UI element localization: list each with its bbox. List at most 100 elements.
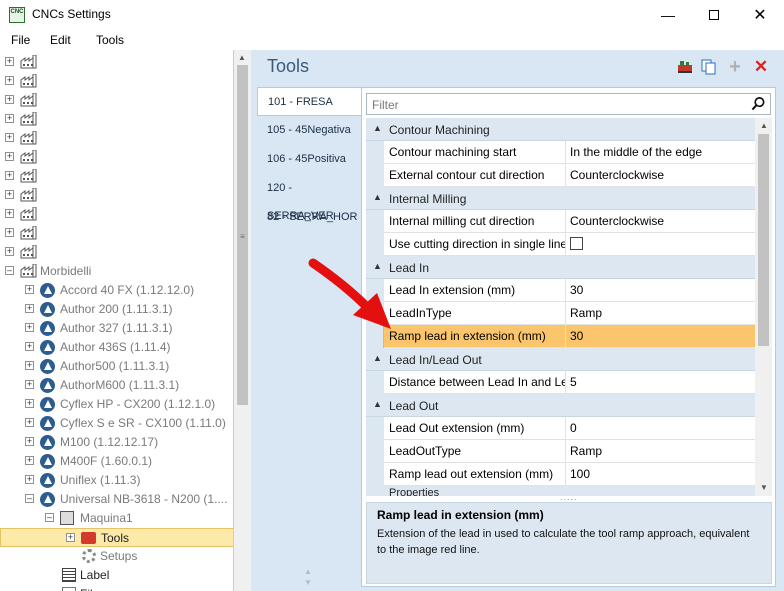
expand-icon[interactable]: + — [5, 190, 14, 199]
tree-item-machine[interactable]: + M100 (1.12.12.17) — [0, 433, 233, 452]
grid-scroll-thumb[interactable] — [758, 134, 769, 346]
collapse-icon[interactable]: – — [5, 266, 14, 275]
expand-icon[interactable]: + — [25, 323, 34, 332]
chevron-up-icon[interactable]: ▲ — [373, 353, 382, 363]
tree-item-machine[interactable]: + Cyflex HP - CX200 (1.12.1.0) — [0, 395, 233, 414]
property-value-cell[interactable]: 30 — [566, 325, 755, 348]
tree-item-factory[interactable]: + — [0, 243, 233, 262]
grid-scrollbar[interactable]: ▲ ▼ — [755, 118, 772, 496]
property-value-cell[interactable]: Ramp — [566, 440, 755, 463]
tree-item-machine[interactable]: – Universal NB-3618 - N200 (1.... — [0, 490, 233, 509]
property-category[interactable]: ▲ Lead In — [366, 256, 755, 279]
tree-item-setups[interactable]: Setups — [0, 547, 233, 566]
tree-item-machine[interactable]: + Cyflex S e SR - CX100 (1.11.0) — [0, 414, 233, 433]
tree-item-tools[interactable]: + Tools — [0, 528, 233, 547]
collapse-icon[interactable]: – — [25, 494, 34, 503]
menu-file[interactable]: File — [11, 33, 30, 47]
tree-item-machine[interactable]: + Accord 40 FX (1.12.12.0) — [0, 281, 233, 300]
property-value-cell[interactable]: 0 — [566, 417, 755, 440]
property-row[interactable]: LeadInType Ramp — [366, 302, 755, 325]
property-row[interactable]: Contour machining start In the middle of … — [366, 141, 755, 164]
property-category[interactable]: ▲ Lead Out — [366, 394, 755, 417]
expand-icon[interactable]: + — [25, 361, 34, 370]
property-value-cell[interactable]: Ramp — [566, 302, 755, 325]
maximize-button[interactable] — [691, 0, 737, 30]
tool-list-item[interactable]: 101 - FRESA — [257, 87, 367, 116]
scroll-up-icon[interactable]: ▲ — [760, 121, 768, 130]
expand-icon[interactable]: + — [5, 152, 14, 161]
property-row[interactable]: LeadOutType Ramp — [366, 440, 755, 463]
add-button[interactable]: + — [727, 56, 743, 78]
property-value-cell[interactable]: Counterclockwise — [566, 164, 755, 187]
expand-icon[interactable]: + — [66, 533, 75, 542]
expand-icon[interactable]: + — [5, 76, 14, 85]
expand-icon[interactable]: + — [25, 456, 34, 465]
tool-list-item[interactable]: 82 - SERRA_HOR — [257, 203, 361, 232]
tree-item-factory[interactable]: + — [0, 205, 233, 224]
tree-item-machine[interactable]: + Author 436S (1.11.4) — [0, 338, 233, 357]
property-value-cell[interactable]: 100 — [566, 463, 755, 486]
filter-input[interactable]: Filter — [372, 98, 399, 112]
tree-item-machine[interactable]: + AuthorM600 (1.11.3.1) — [0, 376, 233, 395]
tree-item-machine[interactable]: + Author 327 (1.11.3.1) — [0, 319, 233, 338]
scroll-up-icon[interactable]: ▲ — [238, 53, 246, 62]
property-value-cell[interactable]: In the middle of the edge — [566, 141, 755, 164]
tree-item-label[interactable]: Label — [0, 566, 233, 585]
expand-icon[interactable]: + — [5, 228, 14, 237]
tool-list-item[interactable]: 105 - 45Negativa — [257, 116, 361, 145]
tree-item-machine[interactable]: + Author500 (1.11.3.1) — [0, 357, 233, 376]
tree-item-maquina1[interactable]: – Maquina1 — [0, 509, 233, 528]
property-row[interactable]: Ramp lead out extension (mm) 100 — [366, 463, 755, 486]
expand-icon[interactable]: + — [5, 95, 14, 104]
property-row[interactable]: Distance between Lead In and Lea... 5 — [366, 371, 755, 394]
expand-icon[interactable]: + — [25, 475, 34, 484]
expand-icon[interactable]: + — [25, 418, 34, 427]
chevron-up-icon[interactable]: ▲ — [373, 399, 382, 409]
machine-config-button[interactable] — [677, 59, 693, 75]
property-category[interactable]: ▲ Lead In/Lead Out — [366, 348, 755, 371]
tool-list-item[interactable]: 106 - 45Positiva — [257, 145, 361, 174]
expand-icon[interactable]: + — [5, 57, 14, 66]
expand-icon[interactable]: + — [25, 437, 34, 446]
property-category[interactable]: ▲ Internal Milling — [366, 187, 755, 210]
property-category[interactable]: ▲ Contour Machining — [366, 118, 755, 141]
property-value-cell[interactable]: 5 — [566, 371, 755, 394]
copy-button[interactable] — [701, 59, 717, 75]
close-button[interactable]: ✕ — [737, 0, 783, 30]
expand-icon[interactable]: + — [25, 380, 34, 389]
tree-item-factory[interactable]: + — [0, 148, 233, 167]
expand-icon[interactable]: + — [5, 247, 14, 256]
tree-item-factory[interactable]: + — [0, 91, 233, 110]
delete-button[interactable]: ✕ — [753, 57, 769, 76]
search-icon[interactable] — [751, 96, 766, 111]
tree-item-factory[interactable]: + — [0, 110, 233, 129]
property-row[interactable]: Ramp lead in extension (mm) 30 — [366, 325, 755, 348]
property-value-cell[interactable]: Counterclockwise — [566, 210, 755, 233]
property-row[interactable]: Lead In extension (mm) 30 — [366, 279, 755, 302]
property-checkbox[interactable] — [570, 237, 583, 251]
tree-item-factory[interactable]: + — [0, 53, 233, 72]
property-row[interactable]: External contour cut direction Counterclo… — [366, 164, 755, 187]
expand-icon[interactable]: + — [25, 285, 34, 294]
property-value-cell[interactable] — [566, 233, 755, 256]
tree-item-machine[interactable]: + Uniflex (1.11.3) — [0, 471, 233, 490]
property-row[interactable]: Lead Out extension (mm) 0 — [366, 417, 755, 440]
collapse-icon[interactable]: – — [45, 513, 54, 522]
chevron-up-icon[interactable]: ▲ — [373, 123, 382, 133]
expand-icon[interactable]: + — [25, 304, 34, 313]
expand-icon[interactable]: + — [5, 133, 14, 142]
property-row[interactable]: Use cutting direction in single line... — [366, 233, 755, 256]
property-value-cell[interactable]: 30 — [566, 279, 755, 302]
minimize-button[interactable]: — — [645, 0, 691, 30]
tree-item-file[interactable]: File — [0, 585, 233, 591]
tree-item-factory[interactable]: + — [0, 72, 233, 91]
tool-list-item[interactable]: 120 - SERRA_VER — [257, 174, 361, 222]
scroll-down-icon[interactable]: ▼ — [760, 483, 768, 492]
property-row[interactable]: Internal milling cut direction Counterclo… — [366, 210, 755, 233]
expand-icon[interactable]: + — [5, 114, 14, 123]
menu-edit[interactable]: Edit — [50, 33, 71, 47]
tree-item-machine[interactable]: + Author 200 (1.11.3.1) — [0, 300, 233, 319]
list-scroll-arrows[interactable]: ▲ ▼ — [304, 566, 312, 588]
filter-box[interactable]: Filter — [366, 93, 771, 115]
tree-item-factory[interactable]: + — [0, 224, 233, 243]
